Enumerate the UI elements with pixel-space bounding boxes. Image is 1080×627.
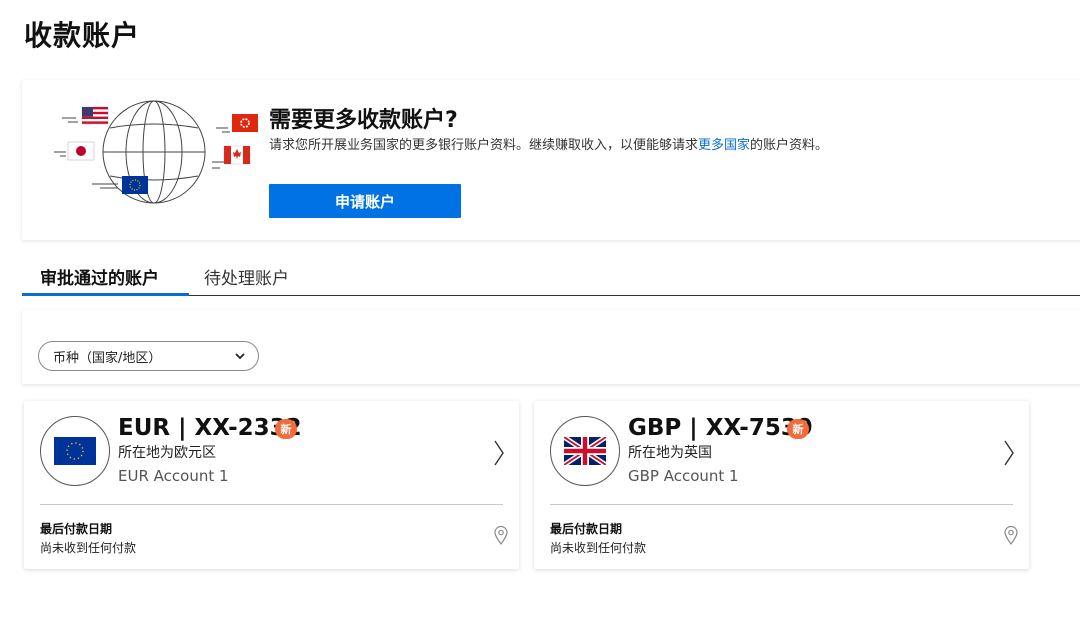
tab-approved-accounts[interactable]: 审批通过的账户 (40, 264, 159, 289)
last-payment-label: 最后付款日期 (550, 522, 623, 536)
promo-description: 请求您所开展业务国家的更多银行账户资料。继续赚取收入，以便能够请求更多国家的账户… (269, 138, 829, 153)
filter-panel: 币种（国家/地区） (22, 310, 1080, 384)
location-pin-icon (494, 525, 508, 545)
currency-flag (40, 416, 110, 486)
eu-flag-icon (54, 437, 96, 465)
account-code: GBP | XX-7539 (628, 415, 813, 441)
active-tab-indicator (22, 293, 189, 296)
hk-flag-icon (232, 114, 258, 132)
card-divider (550, 504, 1013, 505)
currency-flag (550, 416, 620, 486)
account-tabs: 审批通过的账户 待处理账户 (22, 256, 1080, 296)
ca-flag-icon (223, 145, 251, 165)
us-flag-icon (81, 106, 109, 125)
new-badge: 新 (787, 419, 809, 439)
new-badge: 新 (275, 419, 297, 439)
account-location: 所在地为英国 (628, 445, 712, 461)
select-value: 币种（国家/地区） (53, 350, 162, 366)
jp-flag-icon (67, 141, 95, 161)
last-payment-label: 最后付款日期 (40, 522, 113, 536)
location-pin-icon (1004, 525, 1018, 545)
account-card-eur[interactable]: EUR | XX-2332 新 所在地为欧元区 EUR Account 1 最后… (24, 401, 519, 569)
chevron-down-icon (235, 353, 245, 360)
request-more-accounts-panel: 需要更多收款账户? 请求您所开展业务国家的更多银行账户资料。继续赚取收入，以便能… (22, 80, 1080, 240)
chevron-right-icon[interactable] (493, 439, 505, 467)
apply-account-button[interactable]: 申请账户 (269, 184, 461, 218)
eu-flag-icon (122, 176, 148, 194)
chevron-right-icon[interactable] (1003, 439, 1015, 467)
card-divider (40, 504, 503, 505)
account-location: 所在地为欧元区 (118, 445, 216, 461)
tab-pending-accounts[interactable]: 待处理账户 (204, 264, 289, 289)
globe-flags-illustration (54, 100, 258, 204)
currency-country-select[interactable]: 币种（国家/地区） (38, 341, 259, 371)
uk-flag-icon (564, 437, 606, 465)
more-countries-link[interactable]: 更多国家 (698, 138, 750, 153)
account-name: EUR Account 1 (118, 467, 229, 485)
last-payment-value: 尚未收到任何付款 (40, 541, 137, 555)
account-card-gbp[interactable]: GBP | XX-7539 新 所在地为英国 GBP Account 1 最后付… (534, 401, 1029, 569)
promo-title: 需要更多收款账户? (269, 108, 458, 133)
account-name: GBP Account 1 (628, 467, 739, 485)
last-payment-value: 尚未收到任何付款 (550, 541, 647, 555)
page-title: 收款账户 (24, 19, 141, 52)
